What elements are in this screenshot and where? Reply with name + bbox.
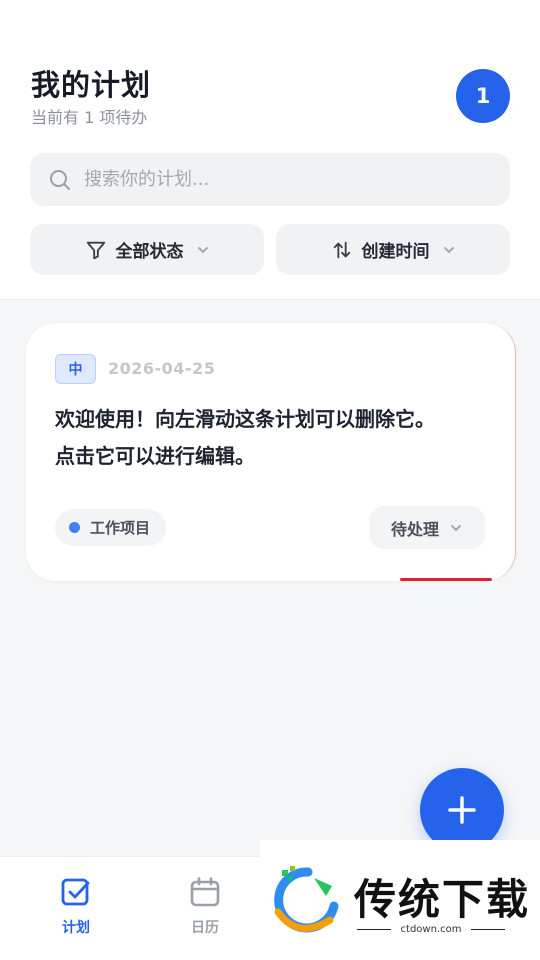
sort-label: 创建时间 (361, 242, 430, 262)
chevron-down-icon (442, 243, 456, 257)
tab-plan-label: 计划 (62, 920, 90, 936)
sort-button[interactable]: 创建时间 (276, 224, 510, 275)
status-dropdown[interactable]: 待处理 (369, 506, 485, 549)
watermark-logo-icon (268, 862, 344, 942)
category-label: 工作项目 (90, 519, 151, 537)
chevron-down-icon (449, 521, 463, 535)
header-panel: 我的计划 当前有 1 项待办 1 全部状态 创建时间 (0, 0, 540, 300)
plus-icon (446, 794, 478, 826)
sort-icon (331, 239, 353, 261)
page-title: 我的计划 (31, 68, 152, 102)
chevron-down-icon (196, 243, 210, 257)
status-filter-label: 全部状态 (115, 242, 184, 262)
status-filter-button[interactable]: 全部状态 (30, 224, 264, 275)
plan-date: 2026-04-25 (108, 359, 216, 378)
filter-icon (85, 239, 107, 261)
search-icon (48, 168, 72, 192)
status-label: 待处理 (390, 519, 439, 539)
priority-badge: 中 (55, 354, 96, 384)
pending-count-text: 当前有 1 项待办 (31, 108, 148, 127)
category-dot (69, 522, 80, 533)
calendar-icon (189, 875, 221, 909)
search-bar[interactable] (30, 153, 510, 206)
watermark-name: 传统下载 (354, 875, 531, 924)
watermark-url: ctdown.com (352, 924, 510, 935)
tab-calendar-label: 日历 (191, 920, 219, 936)
tab-calendar[interactable]: 日历 (165, 875, 245, 937)
category-tag: 工作项目 (55, 509, 167, 546)
plan-content: 欢迎使用！向左滑动这条计划可以删除它。 点击它可以进行编辑。 (55, 407, 435, 468)
watermark-url-text: ctdown.com (400, 924, 462, 935)
swipe-delete-indicator (400, 578, 492, 581)
watermark: 传统下载 ctdown.com (260, 840, 540, 960)
checkbox-icon (60, 875, 92, 909)
tab-plan[interactable]: 计划 (36, 875, 116, 937)
count-badge[interactable]: 1 (456, 69, 510, 123)
search-input[interactable] (84, 169, 484, 190)
plan-card[interactable]: 中 2026-04-25 欢迎使用！向左滑动这条计划可以删除它。 点击它可以进行… (26, 323, 516, 581)
